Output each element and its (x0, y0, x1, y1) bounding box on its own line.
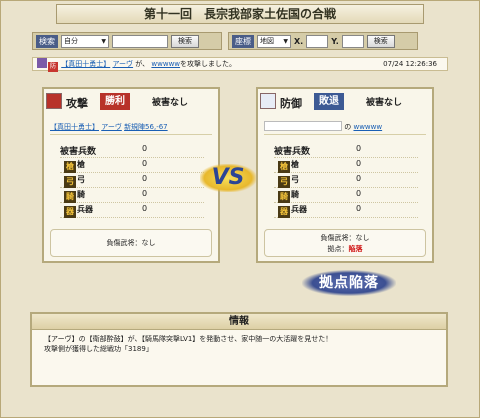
search-label: 検索 (36, 34, 58, 48)
info-title: 情報 (32, 314, 446, 330)
attack-label: 攻撃 (66, 97, 88, 110)
search-bar: 検索 自分 ▼ 検索 (32, 32, 222, 50)
bow-row: 弓弓0 (274, 173, 418, 188)
troop-loss-header: 被害兵数 0 (274, 143, 418, 158)
battle-report-line: 防 【真田十勇士】 アーヴ が、 wwwwwを攻撃しました。 07/24 12:… (32, 57, 448, 72)
player-link[interactable]: アーヴ (112, 60, 133, 68)
report-time: 07/24 12:26:36 (383, 60, 437, 68)
map-select[interactable]: 地図 ▼ (257, 34, 291, 48)
horse-icon: 騎 (278, 191, 290, 203)
wounded-generals-box: 負傷武将：なし (50, 229, 212, 257)
base-fallen-stamp: 拠点陥落 (302, 270, 396, 296)
swords-icon (46, 93, 62, 109)
coordinate-label: 座標 (232, 34, 254, 48)
bow-icon: 弓 (64, 176, 76, 188)
info-panel: 情報 【アーヴ】の【衛部酔鼓】が、【騎馬隊突撃LV1】を発動させ、家中随一の大活… (30, 312, 448, 387)
attack-panel: 攻撃 勝利 被害なし 【真田十勇士】 アーヴ 新規陣56,-67 被害兵数 0 槍… (42, 87, 220, 263)
x-label: X. (294, 36, 304, 46)
defender-info: の wwwww (264, 121, 426, 135)
spear-row: 槍槍0 (274, 158, 418, 173)
coordinate-search-button[interactable]: 検索 (366, 34, 395, 48)
search-button[interactable]: 検索 (171, 34, 199, 48)
weapon-row: 器兵器 0 (60, 203, 204, 218)
y-label: Y. (331, 36, 339, 46)
attacker-info: 【真田十勇士】 アーヴ 新規陣56,-67 (50, 121, 212, 135)
result-badge: 敗退 (314, 93, 344, 110)
chevron-down-icon: ▼ (101, 37, 106, 45)
troop-loss-header: 被害兵数 0 (60, 143, 204, 158)
x-input[interactable] (306, 34, 329, 48)
particle: が、 (135, 60, 150, 68)
horse-icon: 騎 (64, 191, 76, 203)
player-link[interactable]: アーヴ (101, 123, 122, 131)
unit-tag-link[interactable]: 【真田十勇士】 (50, 123, 99, 131)
defense-badge: 防 (48, 62, 58, 72)
bow-icon: 弓 (278, 176, 290, 188)
spear-icon: 槍 (278, 161, 290, 173)
chevron-down-icon: ▼ (283, 37, 288, 45)
siege-icon: 器 (64, 206, 76, 218)
search-input[interactable] (112, 34, 168, 48)
bow-row: 弓弓0 (60, 173, 204, 188)
location-link[interactable]: 新規陣56,-67 (124, 123, 168, 131)
result-badge: 勝利 (100, 93, 130, 110)
damage-status: 被害なし (366, 98, 403, 108)
cavalry-row: 騎騎0 (274, 188, 418, 203)
hidden-name-box (264, 121, 342, 131)
flag-icon (37, 58, 47, 68)
spear-row: 槍槍0 (60, 158, 204, 173)
damage-status: 被害なし (152, 98, 189, 108)
unit-tag-link[interactable]: 【真田十勇士】 (61, 60, 110, 68)
spear-icon: 槍 (64, 161, 76, 173)
target-link[interactable]: wwwww (151, 60, 180, 68)
coordinate-bar: 座標 地図 ▼ X. Y. 検索 (228, 32, 418, 50)
weapon-row: 器兵器 0 (274, 203, 418, 218)
shield-icon (260, 93, 276, 109)
info-line: 攻撃側が獲得した総戦功「3189」 (44, 345, 153, 353)
page-title: 第十一回 長宗我部家土佐国の合戦 (56, 4, 424, 24)
report-message: を攻撃しました。 (180, 60, 237, 68)
defense-label: 防御 (280, 97, 302, 110)
info-line: 【アーヴ】の【衛部酔鼓】が、【騎馬隊突撃LV1】を発動させ、家中随一の大活躍を見… (44, 335, 333, 343)
y-input[interactable] (341, 34, 364, 48)
search-scope-select[interactable]: 自分 ▼ (61, 34, 109, 48)
player-link[interactable]: wwwww (353, 123, 382, 131)
defense-panel: 防御 敗退 被害なし の wwwww 被害兵数 0 槍槍0 弓弓0 騎騎0 器兵器… (256, 87, 434, 263)
base-status: 陥落 (348, 245, 363, 253)
cavalry-row: 騎騎0 (60, 188, 204, 203)
vs-emblem: VS (200, 164, 256, 192)
wounded-generals-box: 負傷武将：なし 拠点：陥落 (264, 229, 426, 257)
siege-icon: 器 (278, 206, 290, 218)
